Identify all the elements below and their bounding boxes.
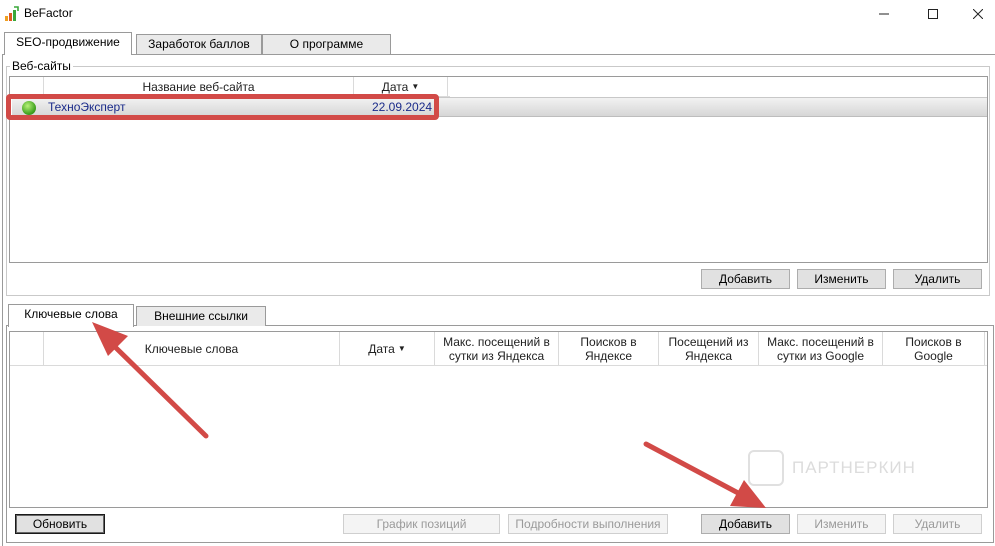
header-date-label: Дата bbox=[381, 80, 409, 94]
tab-external-links[interactable]: Внешние ссылки bbox=[136, 306, 266, 326]
header-searches-google[interactable]: Поисков в Google bbox=[883, 332, 985, 366]
header-kw-date-label: Дата bbox=[368, 342, 395, 356]
watermark-text: ПАРТНЕРКИН bbox=[792, 458, 916, 477]
header-visits-yandex-label: Посещений из Яндекса bbox=[668, 335, 749, 363]
header-keywords[interactable]: Ключевые слова bbox=[44, 332, 340, 366]
maximize-icon bbox=[928, 9, 938, 19]
header-searches-google-label: Поисков в Google bbox=[905, 335, 962, 363]
header-kw-date[interactable]: Дата ▼ bbox=[340, 332, 435, 366]
window-title: BeFactor bbox=[24, 6, 73, 20]
tab-seo[interactable]: SEO-продвижение bbox=[4, 32, 132, 55]
delete-keyword-button[interactable]: Удалить bbox=[893, 514, 982, 534]
header-select-column[interactable] bbox=[10, 332, 44, 366]
header-keywords-label: Ключевые слова bbox=[144, 342, 239, 356]
header-max-visits-yandex[interactable]: Макс. посещений в сутки из Яндекса bbox=[435, 332, 559, 366]
minimize-button[interactable] bbox=[861, 0, 907, 28]
befactor-logo-icon bbox=[5, 6, 19, 21]
maximize-button[interactable] bbox=[910, 0, 956, 28]
sort-desc-icon: ▼ bbox=[397, 344, 406, 353]
sort-desc-icon: ▼ bbox=[411, 82, 420, 91]
tab-keywords[interactable]: Ключевые слова bbox=[8, 304, 134, 327]
header-visits-yandex[interactable]: Посещений из Яндекса bbox=[659, 332, 759, 366]
execution-details-button[interactable]: Подробности выполнения bbox=[508, 514, 668, 534]
edit-keyword-button[interactable]: Изменить bbox=[797, 514, 886, 534]
tab-earn-points[interactable]: Заработок баллов bbox=[136, 34, 262, 54]
watermark-logo-icon bbox=[748, 450, 784, 486]
header-searches-yandex-label: Поисков в Яндексе bbox=[580, 335, 637, 363]
close-icon bbox=[973, 9, 983, 19]
edit-website-button[interactable]: Изменить bbox=[797, 269, 886, 289]
add-website-button[interactable]: Добавить bbox=[701, 269, 790, 289]
delete-website-button[interactable]: Удалить bbox=[893, 269, 982, 289]
header-max-visits-yandex-label: Макс. посещений в сутки из Яндекса bbox=[443, 335, 550, 363]
refresh-button[interactable]: Обновить bbox=[15, 514, 105, 534]
keywords-table-header: Ключевые слова Дата ▼ Макс. посещений в с… bbox=[10, 332, 987, 366]
minimize-icon bbox=[879, 13, 889, 15]
header-max-visits-google-label: Макс. посещений в сутки из Google bbox=[767, 335, 874, 363]
websites-group-title: Веб-сайты bbox=[10, 59, 73, 73]
annotation-highlight-box bbox=[6, 94, 439, 120]
header-searches-yandex[interactable]: Поисков в Яндексе bbox=[559, 332, 659, 366]
header-max-visits-google[interactable]: Макс. посещений в сутки из Google bbox=[759, 332, 883, 366]
watermark: ПАРТНЕРКИН bbox=[748, 450, 916, 486]
add-keyword-button[interactable]: Добавить bbox=[701, 514, 790, 534]
close-button[interactable] bbox=[955, 0, 995, 28]
header-site-name-label: Название веб-сайта bbox=[142, 80, 255, 94]
tab-about[interactable]: О программе bbox=[262, 34, 391, 54]
position-chart-button[interactable]: График позиций bbox=[343, 514, 500, 534]
title-bar: BeFactor bbox=[0, 0, 995, 28]
